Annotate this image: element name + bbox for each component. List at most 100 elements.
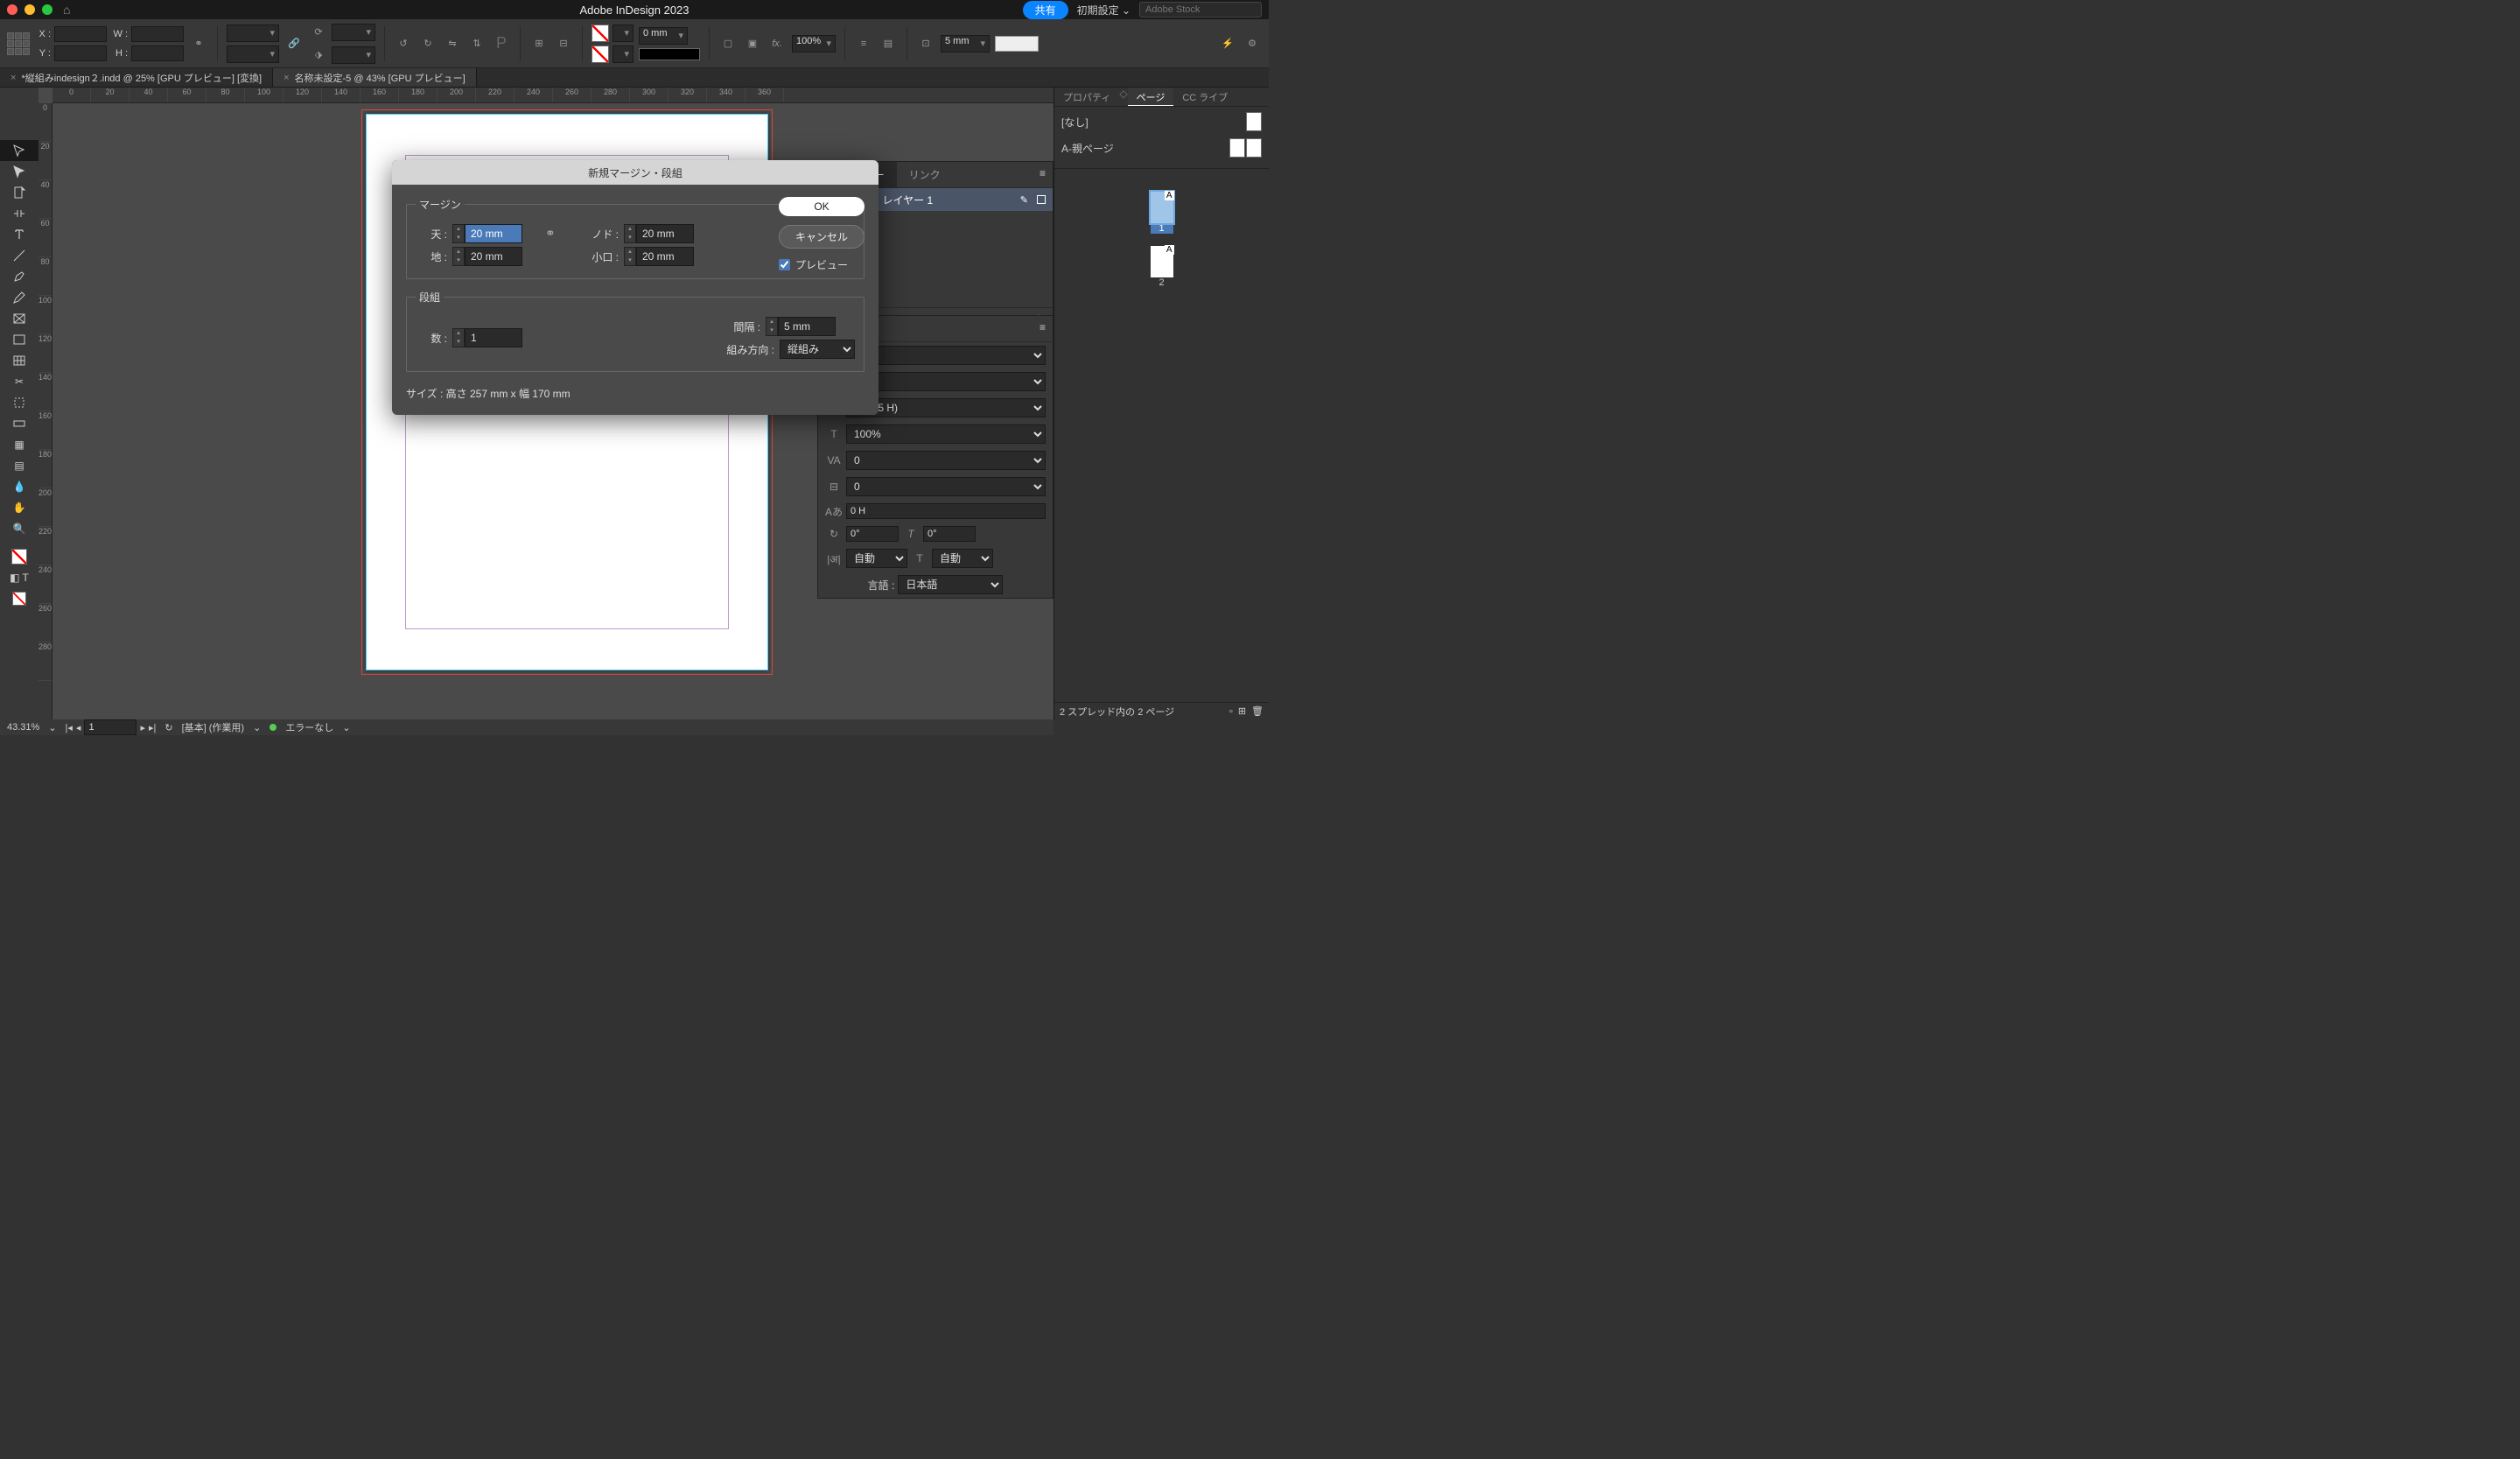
note-tool[interactable]: ▤ [0, 455, 38, 476]
align-panel-icon-2[interactable]: ▤ [878, 34, 898, 53]
panel-menu-icon[interactable]: ≡ [1032, 162, 1053, 187]
writing-direction-dropdown[interactable]: 縦組み [780, 340, 855, 359]
fill-swatch[interactable] [592, 25, 609, 42]
y-position-field[interactable] [54, 46, 107, 61]
tracking-dropdown[interactable]: 0 [846, 477, 1046, 496]
cancel-button[interactable]: キャンセル [779, 225, 864, 249]
page-thumb-1[interactable]: A [1151, 192, 1173, 223]
gap-tool[interactable] [0, 203, 38, 224]
cc-libraries-tab[interactable]: CC ライブ [1173, 88, 1236, 106]
scissors-tool[interactable]: ✂ [0, 371, 38, 392]
stroke-swatch[interactable] [592, 46, 609, 63]
language-dropdown[interactable]: 日本語 [898, 575, 1003, 594]
rotate-field[interactable] [923, 526, 976, 542]
rectangle-frame-tool[interactable] [0, 308, 38, 329]
properties-tab[interactable]: プロパティ [1054, 88, 1119, 106]
eyedropper-tool[interactable]: 💧 [0, 476, 38, 497]
grid-tool[interactable] [0, 350, 38, 371]
align-icon-1[interactable]: ⊞ [529, 34, 549, 53]
links-tab[interactable]: リンク [897, 162, 953, 187]
reference-point-grid[interactable] [7, 32, 30, 55]
gradient-feather-tool[interactable]: ▦ [0, 434, 38, 455]
link-icon[interactable]: 🔗 [284, 34, 304, 53]
flip-v-icon[interactable]: ⇅ [467, 34, 486, 53]
document-tab[interactable]: ×*縦組みindesign２.indd @ 25% [GPU プレビュー] [変… [0, 68, 273, 87]
pen-tool[interactable] [0, 266, 38, 287]
next-page-icon[interactable]: ▸ [140, 722, 145, 733]
home-icon[interactable]: ⌂ [63, 3, 70, 17]
link-margins-icon[interactable]: ⚭ [545, 221, 561, 245]
stroke-dropdown[interactable] [612, 46, 634, 63]
h-scale-dropdown[interactable]: 100% [846, 424, 1046, 444]
share-button[interactable]: 共有 [1023, 1, 1068, 19]
fill-dropdown[interactable] [612, 25, 634, 42]
scale-y-dropdown[interactable] [227, 46, 279, 63]
stepper-icon[interactable]: ▴▾ [624, 247, 636, 266]
page-number-field[interactable] [84, 719, 136, 735]
page-tool[interactable] [0, 182, 38, 203]
free-transform-tool[interactable] [0, 392, 38, 413]
scale-x-dropdown[interactable] [227, 25, 279, 42]
text-wrap-icon-2[interactable]: ▣ [743, 34, 762, 53]
align-panel-icon-1[interactable]: ≡ [854, 34, 873, 53]
flip-h-icon[interactable]: ⇋ [443, 34, 462, 53]
pages-tab[interactable]: ページ [1128, 88, 1174, 106]
v-aki-field[interactable] [846, 503, 1046, 519]
open-icon[interactable]: ↻ [164, 722, 172, 733]
skew-field[interactable] [846, 526, 899, 542]
constrain-icon[interactable]: ⚭ [189, 34, 208, 53]
stepper-icon[interactable]: ▴▾ [452, 247, 465, 266]
panel-menu-icon[interactable]: ⚙ [1242, 34, 1262, 53]
edit-icon[interactable]: ✎ [1020, 194, 1028, 206]
height-field[interactable] [131, 46, 184, 61]
pencil-tool[interactable] [0, 287, 38, 308]
mojikumi-dropdown[interactable]: 自動 [932, 549, 993, 568]
rotate-cw-icon[interactable]: ↻ [418, 34, 438, 53]
swatch-preview[interactable] [995, 36, 1039, 52]
opacity-dropdown[interactable]: 100% [792, 35, 836, 53]
line-tool[interactable] [0, 245, 38, 266]
first-page-icon[interactable]: |◂ [66, 722, 73, 733]
preflight-text[interactable]: エラーなし [285, 720, 333, 734]
kinsoku-dropdown[interactable]: 自動 [846, 549, 907, 568]
margin-outside-field[interactable] [636, 247, 694, 266]
rotate-ccw-icon[interactable]: ↺ [394, 34, 413, 53]
direct-selection-tool[interactable] [0, 161, 38, 182]
shear-dropdown[interactable] [332, 46, 375, 64]
page-options-icon[interactable]: ▫ [1229, 706, 1233, 717]
zoom-menu-icon[interactable]: ⌄ [48, 722, 56, 733]
close-tab-icon[interactable]: × [284, 73, 289, 83]
margin-top-field[interactable] [465, 224, 522, 243]
rectangle-tool[interactable] [0, 329, 38, 350]
preview-checkbox[interactable]: プレビュー [779, 257, 864, 272]
new-page-icon[interactable]: ⊞ [1238, 705, 1246, 717]
stepper-icon[interactable]: ▴▾ [452, 328, 465, 347]
margin-inside-field[interactable] [636, 224, 694, 243]
color-apply-toggle[interactable]: ◧ T [0, 567, 38, 588]
lightning-icon[interactable]: ⚡ [1218, 34, 1237, 53]
ok-button[interactable]: OK [779, 197, 864, 216]
stepper-icon[interactable]: ▴▾ [624, 224, 636, 243]
close-tab-icon[interactable]: × [10, 73, 16, 83]
page-thumb-2[interactable]: A [1151, 246, 1173, 277]
prev-page-icon[interactable]: ◂ [76, 722, 81, 733]
zoom-tool[interactable]: 🔍 [0, 518, 38, 539]
frame-fit-icon[interactable]: ⊡ [916, 34, 935, 53]
fx-icon[interactable]: fx. [767, 34, 787, 53]
zoom-level[interactable]: 43.31% [7, 722, 39, 733]
minimize-window-button[interactable] [24, 4, 35, 15]
stroke-weight-dropdown[interactable]: 0 mm [639, 27, 688, 45]
text-wrap-icon-1[interactable]: ▢ [718, 34, 738, 53]
selection-tool[interactable] [0, 140, 38, 161]
inset-dropdown[interactable]: 5 mm [941, 35, 990, 53]
panel-menu-icon[interactable]: ≡ [1032, 316, 1053, 341]
stroke-style-dropdown[interactable] [639, 48, 700, 60]
selection-square-icon[interactable] [1037, 195, 1046, 204]
close-window-button[interactable] [7, 4, 18, 15]
type-tool[interactable] [0, 224, 38, 245]
hand-tool[interactable]: ✋ [0, 497, 38, 518]
adobe-stock-search-input[interactable] [1139, 2, 1262, 18]
gutter-field[interactable] [778, 317, 836, 336]
master-caption[interactable]: [基本] (作業用) [182, 720, 245, 734]
stepper-icon[interactable]: ▴▾ [452, 224, 465, 243]
